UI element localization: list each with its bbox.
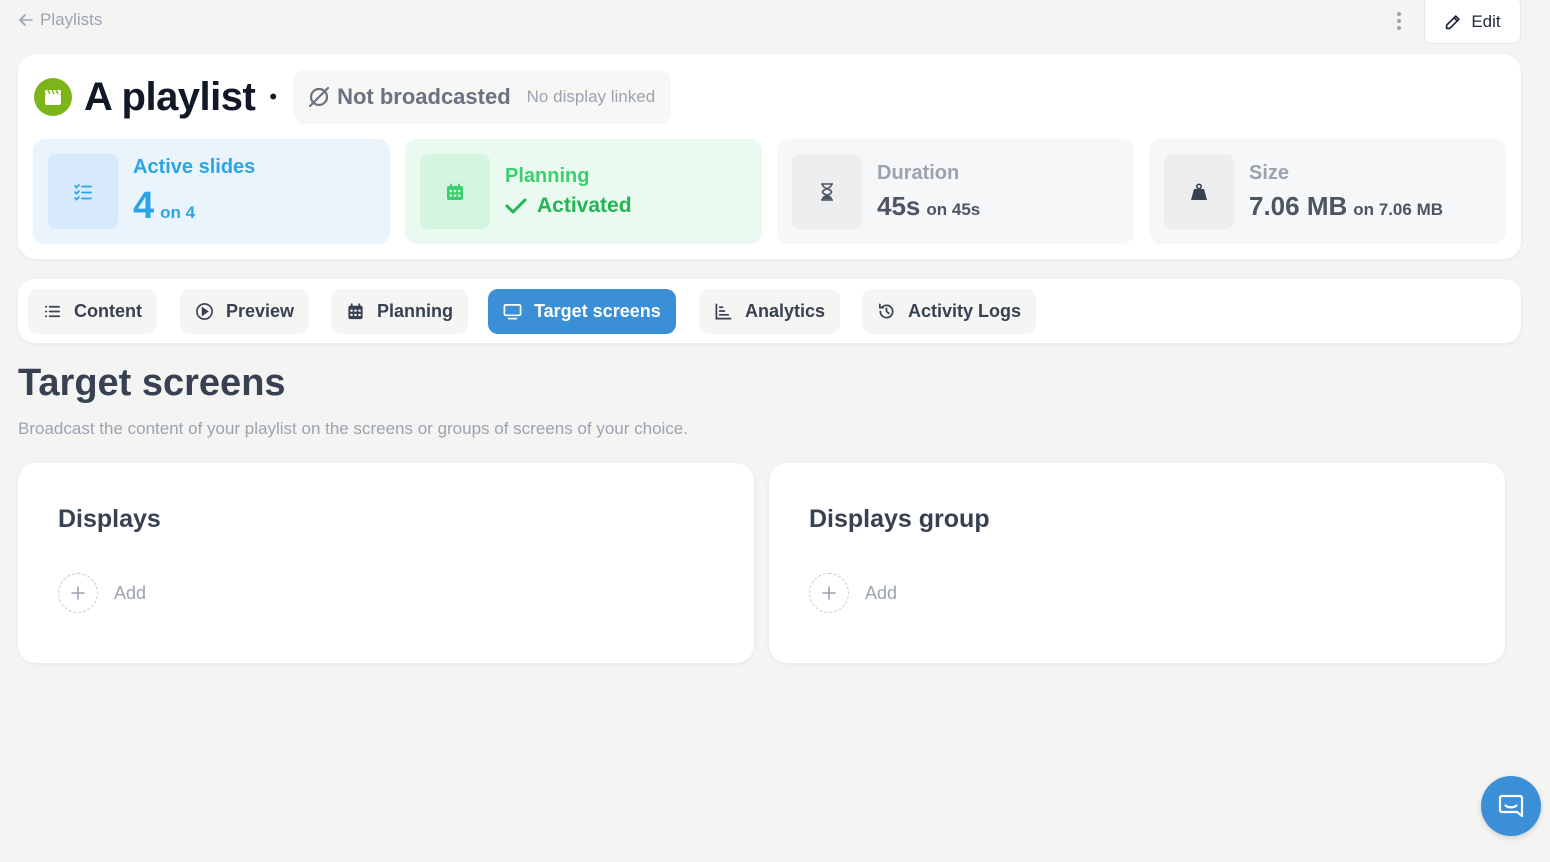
tab-analytics[interactable]: Analytics [699,289,841,334]
add-circle [58,573,98,613]
plus-icon [71,586,85,600]
displays-card-title: Displays [58,505,161,533]
tab-label: Analytics [745,301,826,321]
stat-icon-box [792,154,862,229]
add-display-button[interactable]: Add [58,573,146,613]
tab-label: Preview [226,301,295,321]
tab-content[interactable]: Content [28,289,157,334]
list-icon [44,305,61,318]
displays-card: Displays Add [18,463,754,663]
stat-icon-box [420,154,490,229]
stat-active-slides: Active slides 4 on 4 [33,139,390,244]
more-vertical-icon [1397,12,1401,30]
history-icon [878,303,894,319]
tab-label: Target screens [534,301,661,321]
calendar-icon [348,303,363,320]
tab-label: Content [74,301,142,321]
monitor-icon [503,303,522,320]
edit-button-label: Edit [1471,12,1501,31]
title-row: A playlist • Not broadcasted No display … [34,70,672,124]
back-link[interactable]: Playlists [18,8,102,32]
stat-value: 7.06 MB [1249,190,1348,221]
clapperboard-icon [45,89,61,105]
stat-label: Active slides [133,155,256,178]
tab-bar: Content Preview Planning Target screens … [18,279,1521,343]
tab-activity-logs[interactable]: Activity Logs [862,289,1037,334]
tab-target-screens[interactable]: Target screens [488,289,676,334]
edit-button[interactable]: Edit [1424,0,1521,44]
stat-planning: Planning Activated [405,139,762,244]
add-circle [809,573,849,613]
stat-icon-box [48,154,118,229]
stat-label: Planning [505,165,590,187]
stat-size: Size 7.06 MB on 7.06 MB [1149,139,1506,244]
hourglass-icon [821,182,833,201]
broadcast-status-badge: Not broadcasted No display linked [293,70,672,124]
displays-group-card-title: Displays group [809,505,990,533]
arrow-left-icon [19,14,33,26]
checklist-icon [74,183,92,201]
chat-icon [1498,794,1524,818]
plus-icon [822,586,836,600]
stat-suffix: on 4 [160,202,196,222]
broadcast-status: Not broadcasted [337,84,511,109]
stat-label: Size [1249,161,1290,184]
stat-cards: Active slides 4 on 4 Planning Activated [33,139,1506,244]
chat-launcher-button[interactable] [1481,776,1541,836]
bar-chart-icon [715,303,732,320]
page-description: Broadcast the content of your playlist o… [18,419,688,438]
stat-value: Activated [537,194,632,217]
tab-planning[interactable]: Planning [331,289,468,334]
stat-suffix: on 7.06 MB [1353,199,1444,219]
broadcast-note: No display linked [526,87,656,106]
displays-group-card: Displays group Add [769,463,1505,663]
check-icon [505,198,527,214]
weight-icon [1191,182,1207,200]
more-options-button[interactable] [1388,8,1410,34]
stat-label: Duration [877,161,960,184]
play-circle-icon [196,303,213,320]
stat-value: 4 [133,184,155,227]
stat-icon-box [1164,154,1234,229]
add-label: Add [114,582,147,603]
stat-value: 45s [877,190,921,221]
stat-duration: Duration 45s on 45s [777,139,1134,244]
tab-label: Activity Logs [908,301,1022,321]
page-title: Target screens [18,362,286,404]
calendar-icon [447,183,463,200]
playlist-header-card: A playlist • Not broadcasted No display … [18,54,1521,259]
tab-preview[interactable]: Preview [180,289,310,334]
add-label: Add [865,582,898,603]
playlist-logo [34,78,72,116]
add-displays-group-button[interactable]: Add [809,573,897,613]
playlist-title: A playlist [84,74,256,119]
back-link-label: Playlists [40,10,103,29]
tab-label: Planning [377,301,453,321]
title-separator: • [269,84,278,109]
pencil-icon [1446,14,1461,29]
stat-suffix: on 45s [926,199,981,219]
no-broadcast-icon [308,86,330,108]
